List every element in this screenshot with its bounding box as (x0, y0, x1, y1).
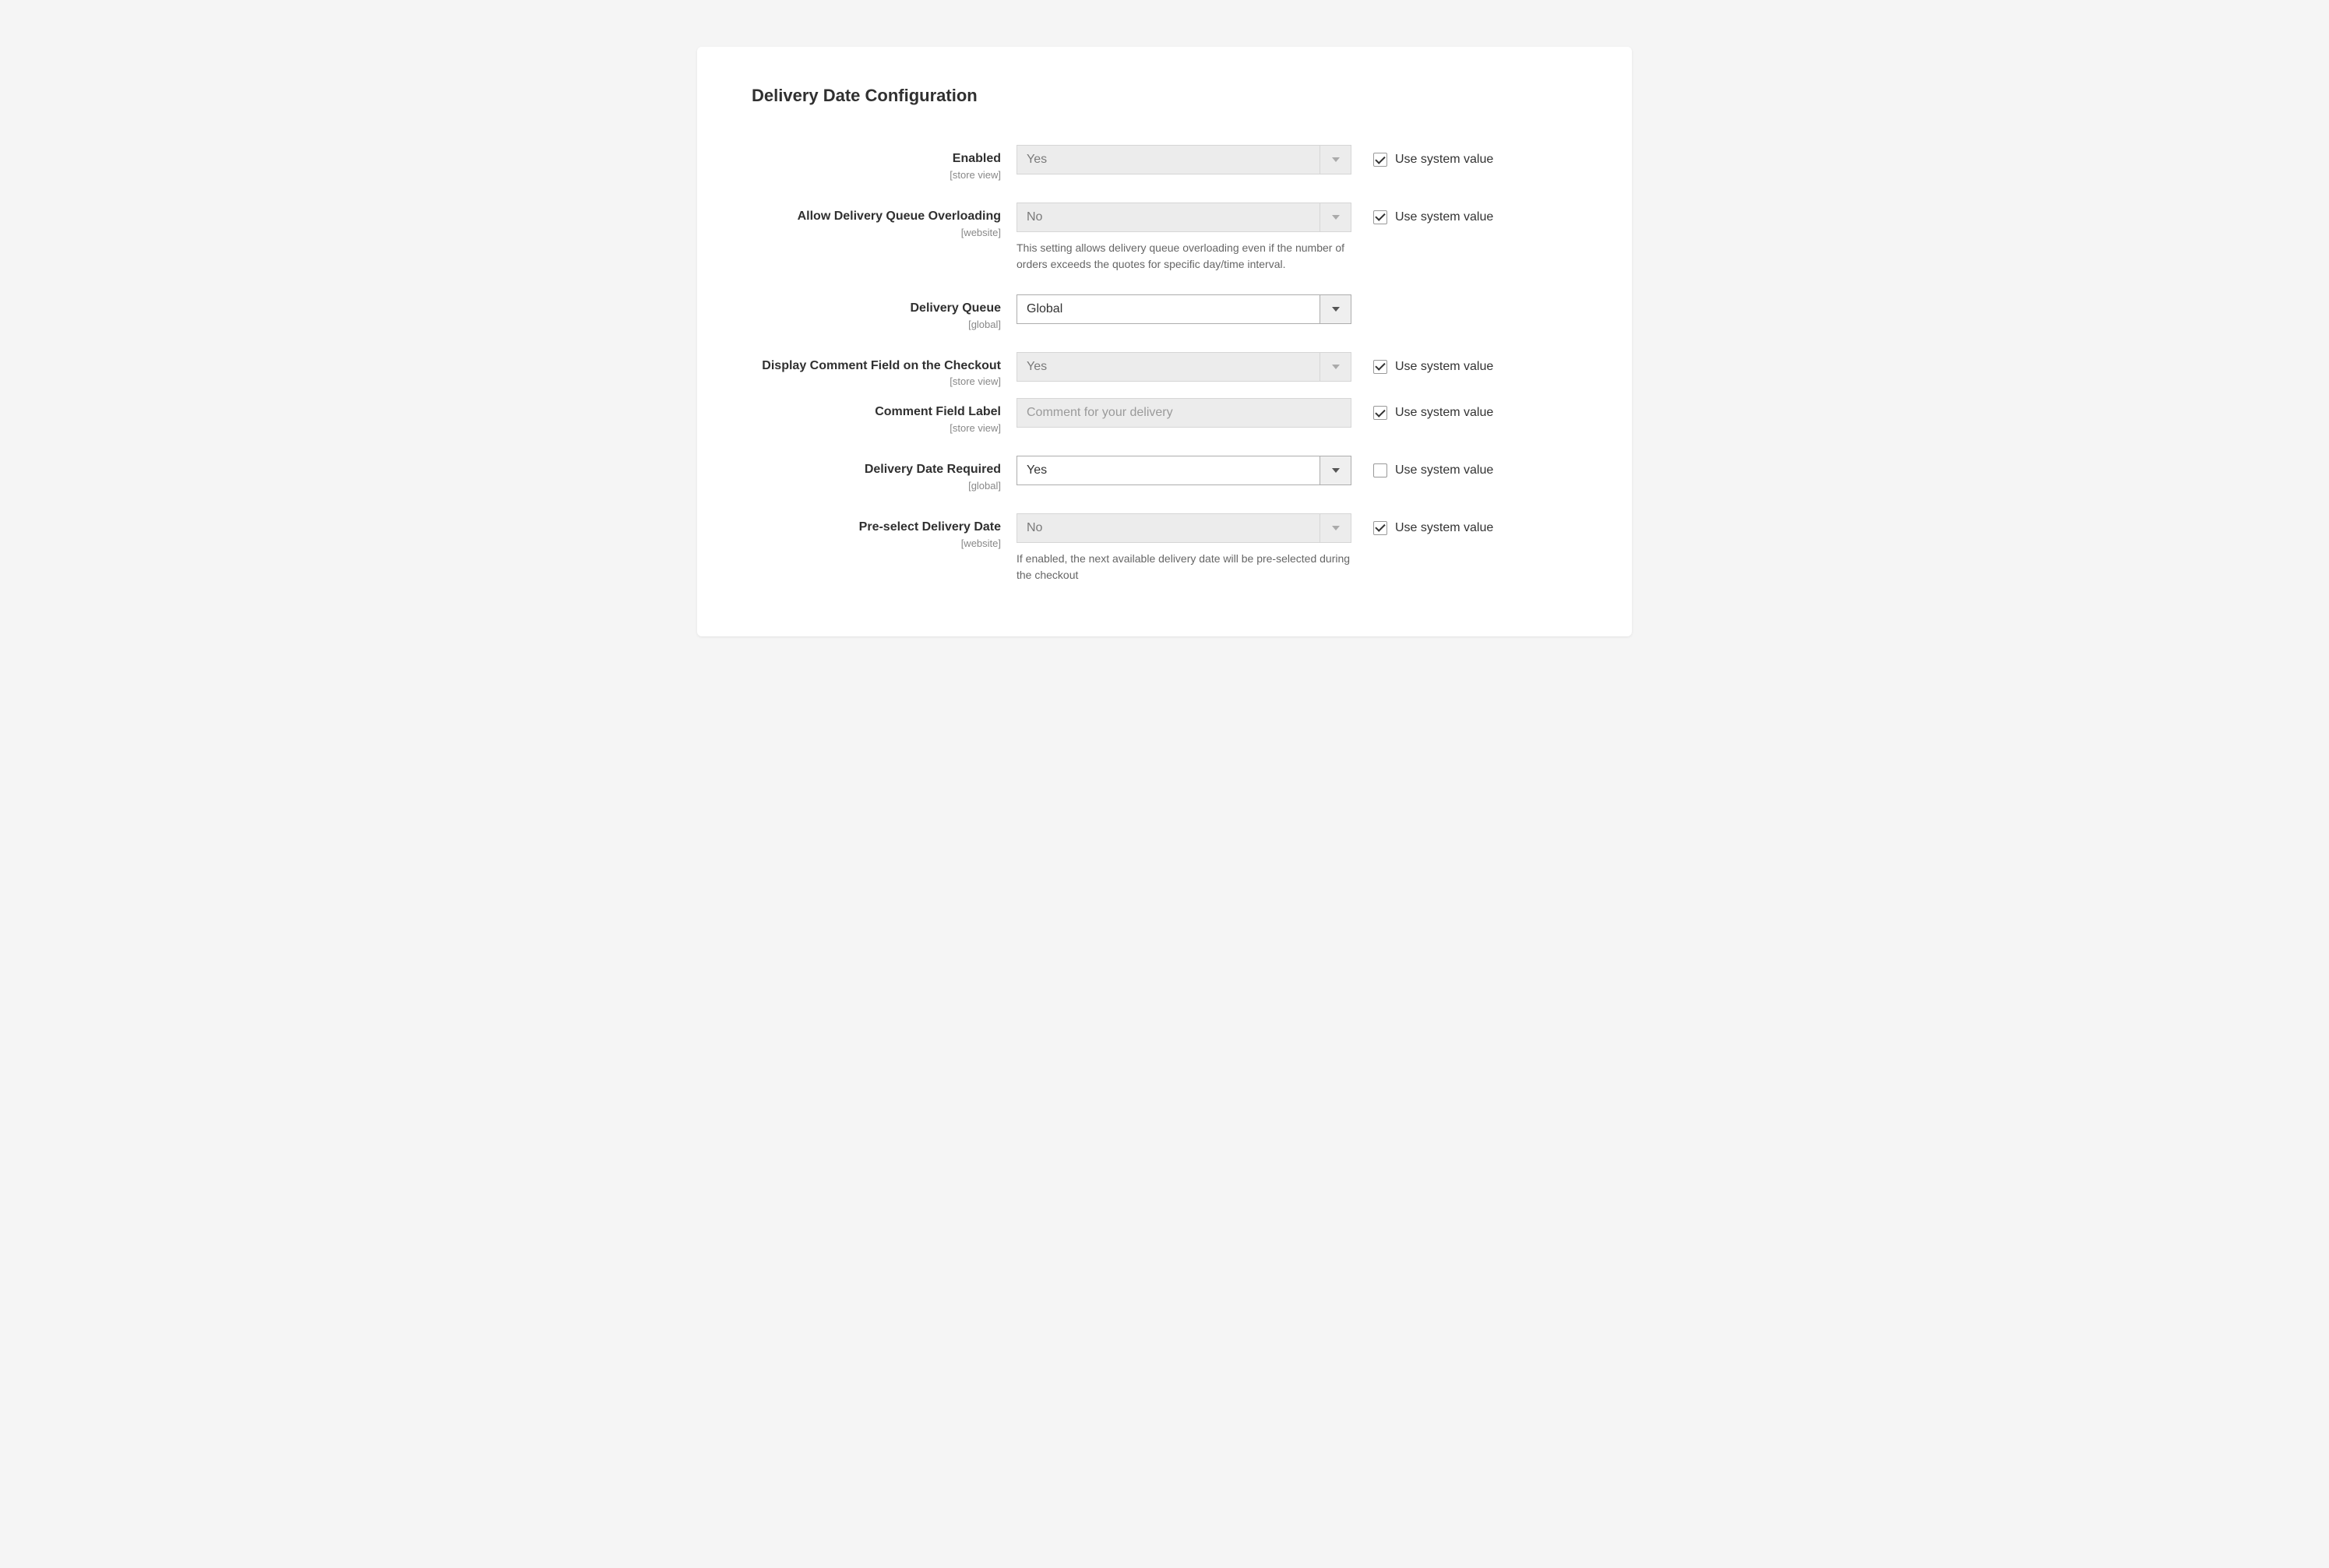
scope-comment-label: [store view] (752, 422, 1001, 434)
field-queue: Delivery Queue [global] Global (752, 294, 1577, 330)
field-label-col: Allow Delivery Queue Overloading [websit… (752, 203, 1017, 238)
section-title: Delivery Date Configuration (752, 86, 1577, 106)
config-panel: Delivery Date Configuration Enabled [sto… (697, 47, 1632, 636)
use-system-label: Use system value (1395, 521, 1493, 535)
use-system-col: Use system value (1351, 203, 1493, 224)
field-label-col: Pre-select Delivery Date [website] (752, 513, 1017, 549)
scope-overloading: [website] (752, 227, 1001, 238)
label-comment-label: Comment Field Label (752, 404, 1001, 421)
select-enabled[interactable]: Yes (1017, 145, 1351, 174)
use-system-label: Use system value (1395, 153, 1493, 167)
use-system-checkbox-display-comment[interactable] (1373, 360, 1387, 374)
chevron-down-icon (1320, 146, 1351, 174)
use-system-checkbox-comment-label[interactable] (1373, 406, 1387, 420)
use-system-checkbox-enabled[interactable] (1373, 153, 1387, 167)
use-system-col: Use system value (1351, 352, 1493, 374)
use-system-checkbox-preselect[interactable] (1373, 521, 1387, 535)
field-required: Delivery Date Required [global] Yes Use … (752, 456, 1577, 492)
field-label-col: Delivery Date Required [global] (752, 456, 1017, 492)
select-overloading[interactable]: No (1017, 203, 1351, 232)
chevron-down-icon (1320, 353, 1351, 381)
label-display-comment: Display Comment Field on the Checkout (752, 358, 1001, 375)
scope-enabled: [store view] (752, 169, 1001, 181)
help-preselect: If enabled, the next available delivery … (1017, 551, 1351, 583)
control-col: No If enabled, the next available delive… (1017, 513, 1351, 583)
field-enabled: Enabled [store view] Yes Use system valu… (752, 145, 1577, 181)
select-queue[interactable]: Global (1017, 294, 1351, 324)
control-col: Global (1017, 294, 1351, 324)
scope-queue: [global] (752, 319, 1001, 330)
select-preselect[interactable]: No (1017, 513, 1351, 543)
field-label-col: Display Comment Field on the Checkout [s… (752, 352, 1017, 388)
label-preselect: Pre-select Delivery Date (752, 520, 1001, 536)
use-system-label: Use system value (1395, 463, 1493, 477)
chevron-down-icon (1320, 514, 1351, 542)
use-system-checkbox-overloading[interactable] (1373, 210, 1387, 224)
chevron-down-icon (1320, 456, 1351, 484)
use-system-col (1351, 294, 1373, 302)
field-label-col: Delivery Queue [global] (752, 294, 1017, 330)
field-display-comment: Display Comment Field on the Checkout [s… (752, 352, 1577, 388)
select-value: Yes (1017, 146, 1320, 174)
use-system-col: Use system value (1351, 456, 1493, 477)
select-value: No (1017, 203, 1320, 231)
select-value: Yes (1017, 353, 1320, 381)
select-required[interactable]: Yes (1017, 456, 1351, 485)
use-system-col: Use system value (1351, 145, 1493, 167)
use-system-label: Use system value (1395, 406, 1493, 420)
control-col (1017, 398, 1351, 428)
scope-required: [global] (752, 480, 1001, 492)
field-comment-label: Comment Field Label [store view] Use sys… (752, 398, 1577, 434)
use-system-checkbox-required[interactable] (1373, 463, 1387, 477)
select-display-comment[interactable]: Yes (1017, 352, 1351, 382)
select-value: Global (1017, 295, 1320, 323)
scope-preselect: [website] (752, 537, 1001, 549)
chevron-down-icon (1320, 295, 1351, 323)
use-system-label: Use system value (1395, 210, 1493, 224)
label-queue: Delivery Queue (752, 301, 1001, 317)
chevron-down-icon (1320, 203, 1351, 231)
field-label-col: Enabled [store view] (752, 145, 1017, 181)
use-system-col: Use system value (1351, 513, 1493, 535)
use-system-col: Use system value (1351, 398, 1493, 420)
control-col: Yes (1017, 145, 1351, 174)
help-overloading: This setting allows delivery queue overl… (1017, 240, 1351, 273)
control-col: No This setting allows delivery queue ov… (1017, 203, 1351, 273)
field-overloading: Allow Delivery Queue Overloading [websit… (752, 203, 1577, 273)
field-label-col: Comment Field Label [store view] (752, 398, 1017, 434)
control-col: Yes (1017, 352, 1351, 382)
field-preselect: Pre-select Delivery Date [website] No If… (752, 513, 1577, 583)
label-required: Delivery Date Required (752, 462, 1001, 478)
label-enabled: Enabled (752, 151, 1001, 167)
label-overloading: Allow Delivery Queue Overloading (752, 209, 1001, 225)
input-comment-label[interactable] (1017, 398, 1351, 428)
scope-display-comment: [store view] (752, 375, 1001, 387)
use-system-label: Use system value (1395, 360, 1493, 374)
select-value: Yes (1017, 456, 1320, 484)
control-col: Yes (1017, 456, 1351, 485)
select-value: No (1017, 514, 1320, 542)
